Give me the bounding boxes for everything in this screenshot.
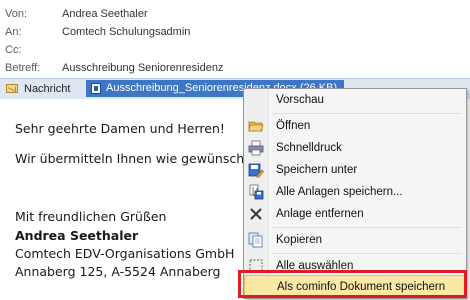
word-document-icon	[91, 83, 101, 94]
body-line: Wir übermitteln Ihnen wie gewünscht die	[15, 151, 273, 166]
menu-item-label: Schnelldruck	[276, 142, 342, 154]
highlight-annotation-box	[238, 270, 467, 298]
menu-item-label: Kopieren	[276, 234, 323, 246]
menu-item-label: Alle Anlagen speichern...	[276, 186, 403, 198]
menu-item-alle-anlagen-speichern[interactable]: Alle Anlagen speichern...	[244, 181, 466, 203]
body-line: Annaberg 125, A-5524 Annaberg	[15, 264, 221, 279]
cc-label: Cc:	[5, 44, 22, 56]
menu-item-kopieren[interactable]: Kopieren	[244, 229, 466, 251]
menu-separator	[272, 113, 462, 114]
menu-item-label: Öffnen	[276, 120, 311, 132]
to-value[interactable]: Comtech Schulungsadmin	[62, 24, 190, 40]
tab-message-label: Nachricht	[24, 83, 71, 95]
save-all-attachments-icon	[249, 184, 264, 200]
from-value[interactable]: Andrea Seethaler	[62, 6, 148, 22]
menu-item-vorschau[interactable]: Vorschau	[244, 89, 466, 111]
body-line: Andrea Seethaler	[15, 228, 139, 243]
menu-separator	[272, 227, 462, 228]
menu-item-oeffnen[interactable]: Öffnen	[244, 115, 466, 137]
menu-item-speichern-unter[interactable]: Speichern unter	[244, 159, 466, 181]
copy-icon	[248, 232, 263, 248]
envelope-icon	[6, 84, 18, 93]
menu-separator	[272, 253, 462, 254]
menu-item-label: Vorschau	[276, 94, 324, 106]
tab-message[interactable]: Nachricht	[6, 81, 70, 97]
subject-label: Betreff:	[5, 62, 41, 74]
message-header: Von: Andrea Seethaler An: Comtech Schulu…	[0, 0, 470, 80]
printer-icon	[248, 140, 264, 156]
subject-value: Ausschreibung Seniorenresidenz	[62, 62, 224, 74]
menu-item-label: Anlage entfernen	[276, 208, 364, 220]
from-label: Von:	[5, 8, 28, 20]
open-folder-icon	[248, 121, 264, 132]
save-as-icon	[248, 163, 264, 178]
attachment-context-menu: Vorschau Öffnen Schnelldruck Speichern u…	[243, 88, 467, 299]
to-label: An:	[5, 26, 22, 38]
menu-item-label: Speichern unter	[276, 164, 358, 176]
body-line: Sehr geehrte Damen und Herren!	[15, 121, 225, 136]
menu-item-schnelldruck[interactable]: Schnelldruck	[244, 137, 466, 159]
body-line: Mit freundlichen Grüßen	[15, 209, 167, 224]
remove-x-icon	[250, 208, 262, 220]
body-line: Comtech EDV-Organisations GmbH	[15, 246, 235, 261]
menu-item-anlage-entfernen[interactable]: Anlage entfernen	[244, 203, 466, 225]
